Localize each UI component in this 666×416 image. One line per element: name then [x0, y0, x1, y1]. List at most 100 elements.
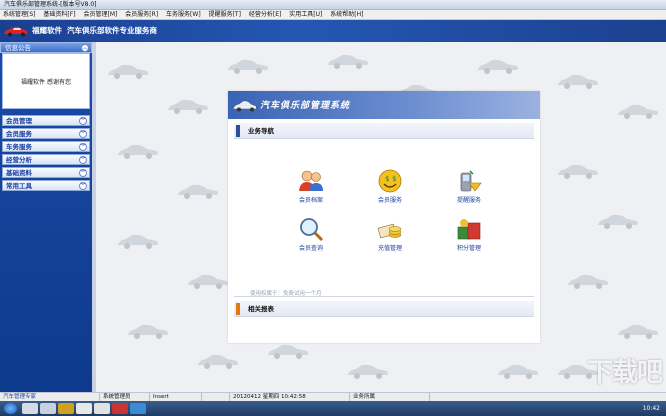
points-icon	[457, 219, 481, 240]
taskbar-app-6[interactable]	[112, 403, 128, 414]
notice-body: 福耀软件 感谢有您	[2, 53, 90, 109]
red-car-logo-icon	[4, 26, 28, 37]
background-car-icon	[568, 274, 608, 289]
chevron-down-icon: ﹀	[79, 169, 87, 177]
menu-bar: 系统管理[S] 基础资料[F] 会员管理[M] 会员服务[R] 车务服务[W] …	[0, 10, 666, 20]
background-car-icon	[178, 184, 218, 199]
status-mode: Insert	[150, 393, 202, 401]
background-car-icon	[108, 64, 148, 79]
background-car-icon	[348, 364, 388, 379]
background-car-icon	[558, 74, 598, 89]
background-car-icon	[128, 324, 168, 339]
background-car-icon	[198, 354, 238, 369]
tile-label: 积分管理	[456, 245, 481, 252]
background-car-icon	[618, 104, 658, 119]
sidebar-item-label: 常用工具	[6, 182, 32, 190]
background-car-icon	[188, 274, 228, 289]
notice-text: 福耀软件 感谢有您	[21, 78, 71, 86]
tile-points[interactable]: 积分管理	[441, 217, 497, 257]
sidebar-item-label: 会员管理	[6, 117, 32, 125]
search-magnifier-icon	[300, 218, 324, 241]
background-car-icon	[478, 59, 518, 74]
background-car-icon	[498, 364, 538, 379]
sidebar-item-member-management[interactable]: 会员管理 ﹀	[2, 115, 90, 126]
members-icon	[299, 170, 323, 191]
background-car-icon	[228, 59, 268, 74]
sidebar-item-basic-data[interactable]: 基础资料 ﹀	[2, 167, 90, 178]
sidebar-item-member-service[interactable]: 会员服务 ﹀	[2, 128, 90, 139]
tile-label: 会员服务	[377, 197, 402, 204]
chevron-down-icon: ﹀	[79, 182, 87, 190]
svg-text:$: $	[385, 175, 389, 183]
taskbar-clock[interactable]: 10:42	[643, 403, 660, 414]
menu-business-analysis[interactable]: 经营分析[E]	[246, 10, 284, 20]
menu-tools[interactable]: 实用工具[U]	[286, 10, 325, 20]
menu-member-service[interactable]: 会员服务[R]	[122, 10, 161, 20]
menu-reminder-service[interactable]: 提醒服务[T]	[206, 10, 244, 20]
section-business-nav: 业务导航	[234, 123, 534, 139]
section-related-reports: 相关报表	[234, 301, 534, 317]
svg-text:$: $	[392, 175, 396, 183]
phone-reminder-icon	[460, 170, 482, 192]
sidebar-item-tools[interactable]: 常用工具 ﹀	[2, 180, 90, 191]
menu-system[interactable]: 系统管理[S]	[0, 10, 39, 20]
tile-label: 会员查询	[298, 245, 323, 252]
status-shop: 业务所属	[350, 393, 430, 401]
status-blank	[202, 393, 230, 401]
divider	[234, 296, 534, 297]
taskbar-app-1[interactable]	[22, 403, 38, 414]
banner-slogan: 汽车俱乐部软件专业服务商	[67, 26, 157, 35]
status-app: 汽车管理专家	[0, 393, 100, 401]
tile-label: 会员档案	[298, 197, 323, 204]
background-car-icon	[618, 324, 658, 339]
tile-recharge[interactable]: 充值管理	[362, 217, 418, 257]
taskbar-app-3[interactable]	[58, 403, 74, 414]
background-car-icon	[598, 214, 638, 229]
watermark-logo: 下载吧	[586, 358, 663, 388]
section-business-nav-label: 业务导航	[248, 127, 274, 135]
banner-brand: 福耀软件	[32, 26, 62, 35]
status-datetime: 20120412 星期四 10:42:58	[230, 393, 350, 401]
taskbar-app-7[interactable]	[130, 403, 146, 414]
tile-member-archive[interactable]: 会员档案	[283, 169, 339, 209]
car-icon	[232, 100, 257, 112]
chevron-down-icon: ﹀	[79, 156, 87, 164]
sidebar-item-label: 基础资料	[6, 169, 32, 177]
menu-member-management[interactable]: 会员管理[M]	[80, 10, 120, 20]
tile-member-query[interactable]: 会员查询	[283, 217, 339, 257]
sidebar-item-business-analysis[interactable]: 经营分析 ﹀	[2, 154, 90, 165]
sidebar-item-label: 车务服务	[6, 143, 32, 151]
background-car-icon	[268, 344, 308, 359]
menu-help[interactable]: 系统帮助[H]	[327, 10, 366, 20]
sidebar: 信息公告 ︿ 福耀软件 感谢有您 会员管理 ﹀ 会员服务 ﹀ 车务服务 ﹀ 经营分析 ﹀…	[0, 42, 92, 392]
chevron-down-icon: ﹀	[79, 143, 87, 151]
taskbar: 10:42	[0, 401, 666, 416]
navigation-panel: 汽车俱乐部管理系统 业务导航 会员档案 $ $ 会员服务 提醒服务 会员查询 充…	[228, 91, 540, 343]
window-titlebar: 汽车俱乐部管理系统-[版本号V8.0]	[0, 0, 666, 10]
notice-header[interactable]: 信息公告 ︿	[0, 42, 92, 53]
tile-member-service[interactable]: $ $ 会员服务	[362, 169, 418, 209]
background-car-icon	[328, 54, 368, 69]
background-car-icon	[168, 99, 208, 114]
chevron-down-icon: ﹀	[79, 130, 87, 138]
window-title: 汽车俱乐部管理系统-[版本号V8.0]	[4, 1, 97, 8]
tile-reminder-service[interactable]: 提醒服务	[441, 169, 497, 209]
menu-basic-data[interactable]: 基础资料[F]	[40, 10, 78, 20]
sidebar-item-label: 经营分析	[6, 156, 32, 164]
taskbar-app-4[interactable]	[76, 403, 92, 414]
background-car-icon	[118, 144, 158, 159]
start-button[interactable]	[4, 403, 17, 414]
status-bar: 汽车管理专家 系统管理员 Insert 20120412 星期四 10:42:5…	[0, 392, 666, 401]
menu-vehicle-service[interactable]: 车务服务[W]	[163, 10, 204, 20]
taskbar-app-5[interactable]	[94, 403, 110, 414]
sidebar-item-vehicle-service[interactable]: 车务服务 ﹀	[2, 141, 90, 152]
tile-label: 充值管理	[377, 245, 402, 252]
sidebar-item-label: 会员服务	[6, 130, 32, 138]
recharge-icon	[377, 223, 402, 239]
money-face-icon: $ $	[378, 169, 402, 193]
panel-title: 汽车俱乐部管理系统	[260, 101, 351, 111]
notice-title: 信息公告	[5, 44, 31, 52]
taskbar-app-2[interactable]	[40, 403, 56, 414]
chevron-up-icon[interactable]: ︿	[81, 44, 89, 52]
background-car-icon	[558, 164, 598, 179]
